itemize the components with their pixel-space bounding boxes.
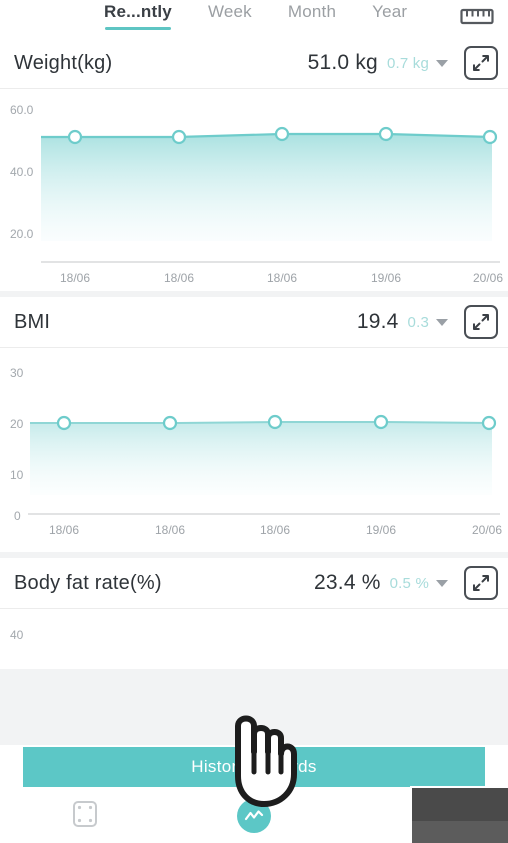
bmi-xtick: 18/06 bbox=[260, 523, 290, 537]
card-bmi: BMI 19.4 0.3 30 20 10 0 18/06 18/06 18/0… bbox=[0, 297, 508, 552]
period-tabs: Re...ntly Week Month Year bbox=[104, 2, 407, 30]
expand-icon[interactable] bbox=[464, 46, 498, 80]
chevron-down-icon[interactable] bbox=[436, 579, 448, 587]
tab-week-label: Week bbox=[207, 2, 252, 21]
period-tabbar: Re...ntly Week Month Year bbox=[0, 0, 508, 38]
weight-point bbox=[67, 129, 83, 145]
chevron-down-icon[interactable] bbox=[436, 59, 448, 67]
bmi-value: 19.4 bbox=[356, 310, 399, 333]
body-fat-delta: 0.5 % bbox=[389, 574, 429, 592]
bmi-xtick: 18/06 bbox=[155, 523, 185, 537]
card-body-fat-metrics: 23.4 % 0.5 % bbox=[314, 566, 498, 600]
bmi-point bbox=[267, 414, 283, 430]
weight-value: 51.0 kg bbox=[307, 51, 378, 74]
card-weight: Weight(kg) 51.0 kg 0.7 kg 60.0 40.0 20.0… bbox=[0, 38, 508, 291]
chart-icon bbox=[236, 799, 271, 833]
expand-icon[interactable] bbox=[464, 566, 498, 600]
tab-year-label: Year bbox=[372, 2, 408, 21]
card-bmi-header: BMI 19.4 0.3 bbox=[0, 297, 508, 348]
card-weight-metrics: 51.0 kg 0.7 kg bbox=[308, 46, 498, 80]
chevron-down-icon[interactable] bbox=[436, 318, 448, 326]
card-bmi-title: BMI bbox=[14, 310, 51, 333]
history-records-row: History Records bbox=[0, 745, 508, 789]
body-fat-chart: 40 bbox=[0, 609, 508, 669]
weight-chart: 60.0 40.0 20.0 18/06 18/06 18/06 19/06 2… bbox=[0, 89, 508, 291]
weight-ytick-40: 40.0 bbox=[10, 165, 34, 179]
weight-xtick: 18/06 bbox=[267, 271, 297, 285]
tab-recently[interactable]: Re...ntly bbox=[104, 2, 172, 30]
card-body-fat-title: Body fat rate(%) bbox=[14, 571, 162, 594]
weight-point bbox=[274, 126, 290, 142]
card-weight-title: Weight(kg) bbox=[14, 51, 113, 74]
card-body-fat-header: Body fat rate(%) 23.4 % 0.5 % bbox=[0, 558, 508, 609]
history-records-button[interactable]: History Records bbox=[23, 747, 485, 787]
card-body-fat: Body fat rate(%) 23.4 % 0.5 % 40 bbox=[0, 558, 508, 669]
bmi-xtick: 19/06 bbox=[366, 523, 396, 537]
tab-recently-label: Re...ntly bbox=[104, 2, 172, 21]
weight-xtick: 20/06 bbox=[473, 271, 503, 285]
bmi-point bbox=[373, 414, 389, 430]
weight-xtick: 19/06 bbox=[371, 271, 401, 285]
weight-ytick-60: 60.0 bbox=[10, 103, 34, 117]
tab-week[interactable]: Week bbox=[208, 2, 252, 30]
weight-point bbox=[378, 126, 394, 142]
weight-point bbox=[482, 129, 498, 145]
weight-xtick: 18/06 bbox=[164, 271, 194, 285]
dark-overlay-shape bbox=[412, 821, 508, 843]
weight-ytick-20: 20.0 bbox=[10, 227, 34, 241]
bmi-ytick-0: 0 bbox=[14, 509, 21, 523]
body-fat-value: 23.4 % bbox=[314, 571, 381, 594]
bmi-point bbox=[56, 415, 72, 431]
weight-point bbox=[171, 129, 187, 145]
bmi-chart: 30 20 10 0 18/06 18/06 18/06 19/06 20/06 bbox=[0, 348, 508, 552]
bmi-xtick: 18/06 bbox=[49, 523, 79, 537]
nav-item-scale[interactable] bbox=[0, 799, 169, 834]
ruler-icon[interactable] bbox=[456, 3, 498, 29]
bmi-ytick-30: 30 bbox=[10, 366, 24, 380]
bmi-ytick-10: 10 bbox=[10, 468, 24, 482]
tab-month[interactable]: Month bbox=[288, 2, 336, 30]
card-bmi-metrics: 19.4 0.3 bbox=[357, 305, 498, 339]
weight-xtick: 18/06 bbox=[60, 271, 90, 285]
bmi-point bbox=[481, 415, 497, 431]
nav-item-chart[interactable] bbox=[169, 799, 338, 833]
weight-delta: 0.7 kg bbox=[386, 54, 429, 72]
app-root: Re...ntly Week Month Year Weight(kg) 51.… bbox=[0, 0, 508, 843]
bmi-delta: 0.3 bbox=[407, 313, 429, 331]
bmi-point bbox=[162, 415, 178, 431]
bmi-ytick-20: 20 bbox=[10, 417, 24, 431]
tab-month-label: Month bbox=[287, 2, 337, 21]
scale-icon bbox=[70, 799, 100, 834]
history-records-label: History Records bbox=[191, 757, 317, 776]
body-fat-ytick-40: 40 bbox=[10, 628, 24, 642]
tab-year[interactable]: Year bbox=[372, 2, 407, 30]
bmi-xtick: 20/06 bbox=[472, 523, 502, 537]
card-weight-header: Weight(kg) 51.0 kg 0.7 kg bbox=[0, 38, 508, 89]
expand-icon[interactable] bbox=[464, 305, 498, 339]
dark-overlay-panel bbox=[410, 786, 508, 843]
